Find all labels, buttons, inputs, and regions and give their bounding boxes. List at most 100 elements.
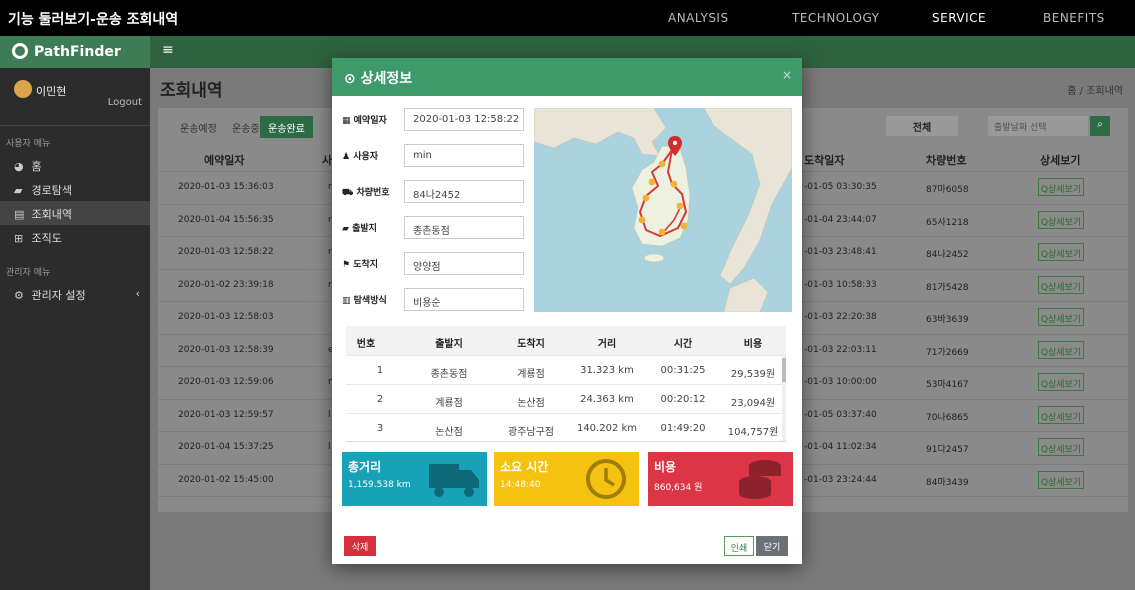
detail-button[interactable]: Q상세보기 xyxy=(1038,470,1084,489)
field-label-text: 출발지 xyxy=(352,224,377,234)
cell-car-number: 84마3439 xyxy=(926,477,969,488)
cell-arrive-date: -01-05 03:37:40 xyxy=(804,409,877,420)
route-segment-table[interactable]: 번호 출발지 도착지 거리 시간 비용 1 종촌동점 계룡점 31.323 km… xyxy=(346,326,786,442)
top-bar: 기능 둘러보기-운송 조회내역 ANALYSIS TECHNOLOGY SERV… xyxy=(0,0,1135,36)
filter-all-select[interactable]: 전체 xyxy=(886,116,958,136)
print-button[interactable]: 인쇄 xyxy=(724,536,754,556)
field-reserve-date: ▦ 예약일자 2020-01-03 12:58:22 xyxy=(342,108,526,132)
field-label: ⛟ 차량번호 xyxy=(342,185,390,199)
nav-service[interactable]: SERVICE xyxy=(932,11,986,25)
field-user: ♟ 사용자 min xyxy=(342,144,526,168)
cell-reserve-date: 2020-01-03 15:36:03 xyxy=(178,182,274,192)
detail-button[interactable]: Q상세보기 xyxy=(1038,308,1084,326)
detail-button[interactable]: Q상세보기 xyxy=(1038,275,1084,294)
dashboard-icon: ◕ xyxy=(14,160,24,173)
detail-button[interactable]: Q상세보기 xyxy=(1038,210,1084,229)
modal-title-text: 상세정보 xyxy=(360,71,413,87)
cell-cost: 104,757원 xyxy=(727,427,779,438)
sidebar-item-history[interactable]: ▤ 조회내역 xyxy=(0,201,150,225)
user-icon: ♟ xyxy=(342,152,351,162)
cell-reserve-date: 2020-01-03 12:58:22 xyxy=(178,247,274,257)
nav-analysis[interactable]: ANALYSIS xyxy=(668,11,729,25)
search-icon: ⌕ xyxy=(1097,119,1103,130)
field-car-number: ⛟ 차량번호 84나2452 xyxy=(342,180,526,204)
table-row: 1 종촌동점 계룡점 31.323 km 00:31:25 29,539원 xyxy=(346,356,786,385)
calendar-icon: ▦ xyxy=(342,116,351,126)
search-button[interactable]: ⌕ xyxy=(1090,116,1110,136)
cell-car-number: 84나2452 xyxy=(926,250,969,260)
cell-reserve-date: 2020-01-02 15:45:00 xyxy=(178,474,274,485)
cell-car-number: 53마4167 xyxy=(926,380,969,390)
detail-button[interactable]: Q상세보기 xyxy=(1038,438,1084,456)
page-title: 조회내역 xyxy=(160,81,223,101)
detail-modal: ⊙ 상세정보 × ▦ 예약일자 2020-01-03 12:58:22 ♟ 사용… xyxy=(332,58,802,564)
cell-reserve-date: 2020-01-02 23:39:18 xyxy=(178,279,274,290)
coins-icon xyxy=(739,460,781,499)
cell-arrive-date: -01-03 23:24:44 xyxy=(804,474,877,485)
sidebar-item-label: 경로탐색 xyxy=(31,184,72,197)
field-label: ⚑ 도착지 xyxy=(342,257,378,270)
date-search-input[interactable]: 출발날짜 선택 xyxy=(988,116,1088,136)
brand-name: PathFinder xyxy=(34,44,121,60)
logout-link[interactable]: Logout xyxy=(108,97,142,108)
field-origin: ▰ 출발지 종촌동점 xyxy=(342,216,526,240)
field-destination: ⚑ 도착지 양양점 xyxy=(342,252,526,276)
cell-car-number: 91다2457 xyxy=(926,445,969,455)
sidebar-item-route-search[interactable]: ▰ 경로탐색 xyxy=(0,177,150,201)
cell-arrive-date: -01-04 11:02:34 xyxy=(804,442,877,452)
close-button[interactable]: 닫기 xyxy=(756,536,788,556)
section-admin-label: 관리자 메뉴 xyxy=(6,268,51,278)
sidebar-item-admin-settings[interactable]: ⚙ 관리자 설정 ‹ xyxy=(0,282,150,306)
cell-reserve-date: 2020-01-03 12:59:06 xyxy=(178,377,274,387)
cell-car-number: 65사1218 xyxy=(926,217,969,228)
detail-button[interactable]: Q상세보기 xyxy=(1038,405,1084,424)
cell-arrive-date: -01-03 22:03:11 xyxy=(804,344,877,355)
cell-reserve-date: 2020-01-04 15:56:35 xyxy=(178,214,274,225)
cell-arrive-date: -01-03 10:00:00 xyxy=(804,377,877,387)
logo-icon xyxy=(12,43,28,59)
tab-completed[interactable]: 운송완료 xyxy=(260,116,313,138)
field-search-method: ▥ 탐색방식 비용순 xyxy=(342,288,526,312)
modal-title: ⊙ 상세정보 xyxy=(344,68,412,88)
field-label: ▥ 탐색방식 xyxy=(342,293,387,306)
sidebar-item-home[interactable]: ◕ 홈 xyxy=(0,153,150,177)
brand[interactable]: PathFinder xyxy=(0,36,150,68)
sidebar-item-org-chart[interactable]: ⊞ 조직도 xyxy=(0,225,150,249)
cell-arrive-date: -01-03 23:48:41 xyxy=(804,247,877,257)
detail-button[interactable]: Q상세보기 xyxy=(1038,178,1084,196)
app-area: PathFinder 이민현 Logout 사용자 메뉴 ◕ 홈 ▰ 경로탐색 … xyxy=(0,36,1135,590)
column-header: 예약일자 xyxy=(204,154,245,167)
nav-technology[interactable]: TECHNOLOGY xyxy=(792,11,879,25)
breadcrumb: 홈 / 조회내역 xyxy=(1067,86,1123,97)
cell-car-number: 63바3639 xyxy=(926,315,969,325)
menu-toggle-icon[interactable]: ≡ xyxy=(162,42,174,58)
cell-car-number: 71가2669 xyxy=(926,347,969,358)
delete-button[interactable]: 삭제 xyxy=(344,536,376,556)
gears-icon: ⚙ xyxy=(14,289,24,302)
search-method-value: 비용순 xyxy=(404,288,524,311)
stat-value: 860,634 원 xyxy=(654,483,703,493)
section-user-label: 사용자 메뉴 xyxy=(6,139,51,149)
cost-card: 비용 860,634 원 xyxy=(648,452,793,506)
total-distance-card: 총거리 1,159.538 km xyxy=(342,452,487,506)
cell-car-number: 70나6865 xyxy=(926,412,969,423)
nav-benefits[interactable]: BENEFITS xyxy=(1043,11,1105,25)
modal-header: ⊙ 상세정보 × xyxy=(332,58,802,96)
table-scroll-thumb[interactable] xyxy=(782,358,786,382)
stat-label: 소요 시간 xyxy=(500,460,549,474)
sidebar-item-label: 홈 xyxy=(31,160,42,173)
column-header: 차량번호 xyxy=(926,154,967,167)
cell-cost: 29,539원 xyxy=(730,369,776,380)
table-header: 번호 출발지 도착지 거리 시간 비용 xyxy=(346,326,786,356)
field-label-text: 도착지 xyxy=(353,260,379,270)
stat-value: 1,159.538 km xyxy=(348,480,411,490)
close-icon[interactable]: × xyxy=(782,68,792,82)
detail-button[interactable]: Q상세보기 xyxy=(1038,340,1084,359)
route-map[interactable] xyxy=(534,108,792,312)
detail-button[interactable]: Q상세보기 xyxy=(1038,243,1084,261)
detail-button[interactable]: Q상세보기 xyxy=(1038,373,1084,391)
cell-no: 1 xyxy=(376,365,384,376)
user-name: 이민현 xyxy=(36,85,67,98)
flag-icon: ⚑ xyxy=(342,260,351,270)
tab-scheduled[interactable]: 운송예정 xyxy=(172,116,225,138)
